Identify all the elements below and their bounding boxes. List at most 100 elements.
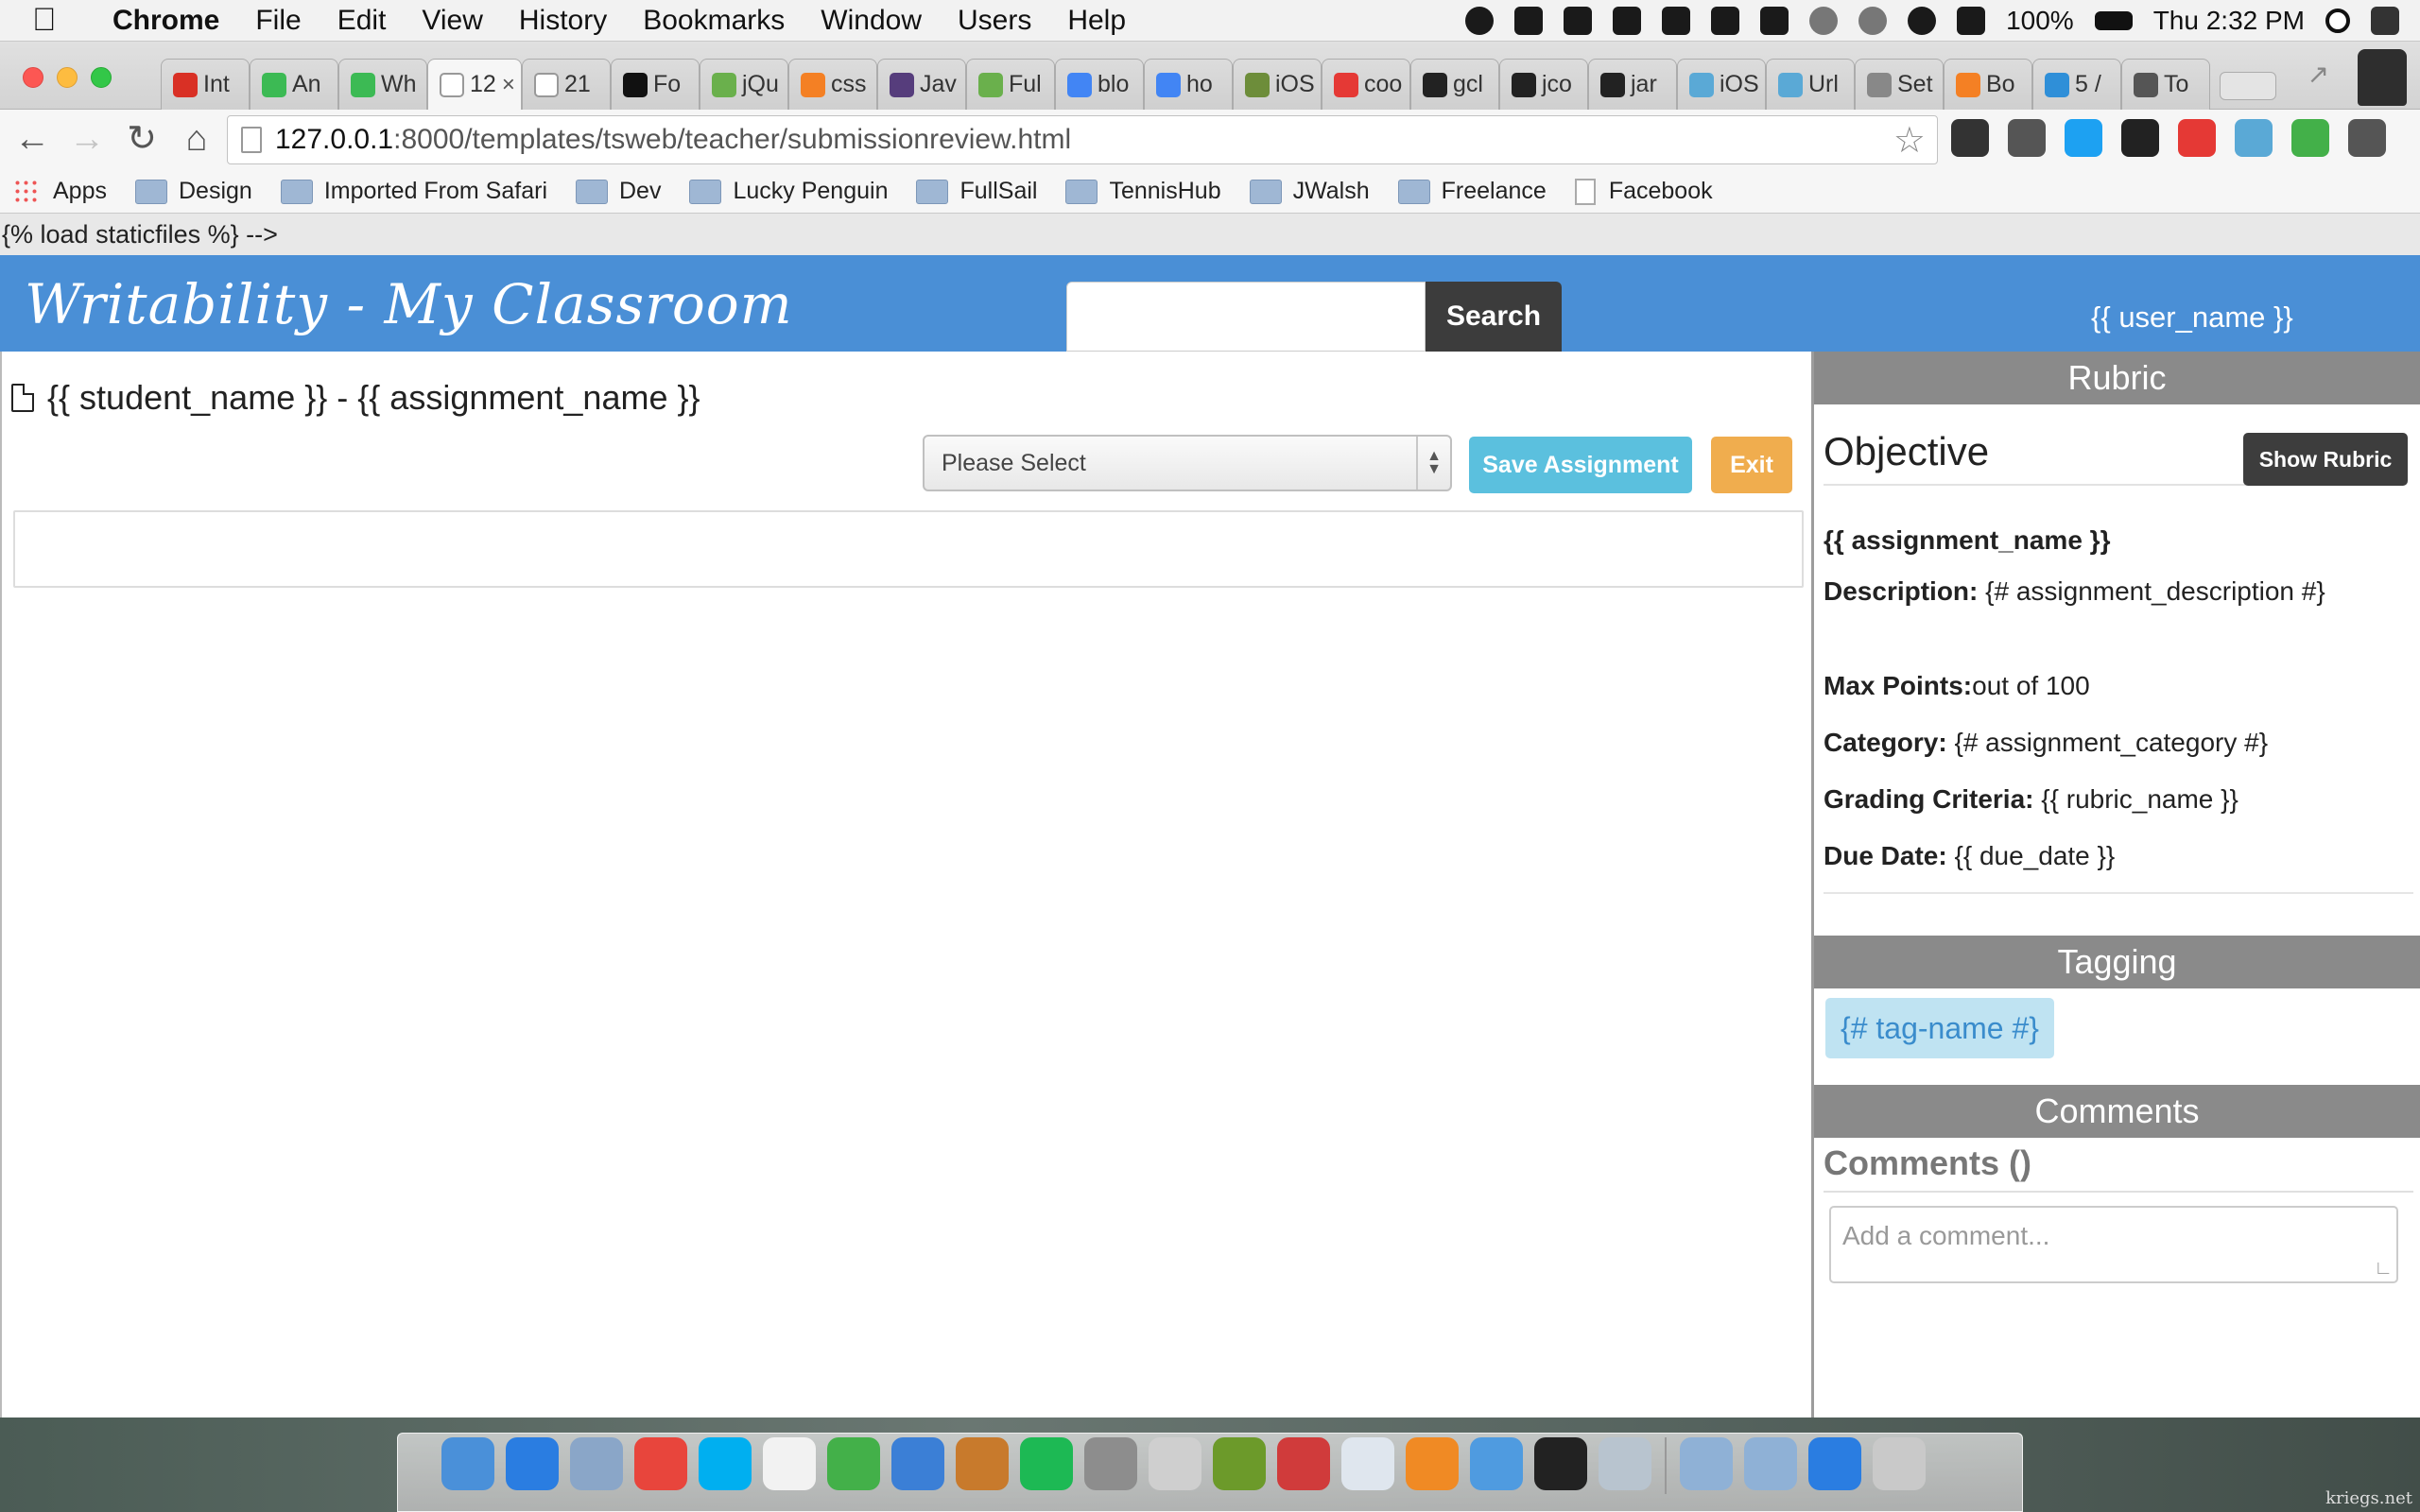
bookmark-item[interactable]: FullSail — [916, 178, 1037, 205]
brackets-icon[interactable] — [1213, 1437, 1266, 1490]
apple-menu-icon[interactable]:  — [32, 2, 83, 39]
paw-status-icon[interactable] — [1613, 7, 1642, 35]
k-status-icon[interactable] — [1514, 7, 1544, 35]
messages-status-icon[interactable] — [1465, 7, 1495, 35]
check-icon[interactable] — [2065, 119, 2102, 157]
browser-tab[interactable]: Bo — [1944, 59, 2032, 110]
volume-icon[interactable] — [1957, 7, 1986, 35]
browser-tab[interactable]: Int — [161, 59, 250, 110]
evernote-icon[interactable] — [2008, 119, 2046, 157]
app-store-icon[interactable] — [506, 1437, 559, 1490]
sync-icon[interactable] — [1951, 119, 1989, 157]
menu-help[interactable]: Help — [1049, 5, 1144, 37]
save-assignment-button[interactable]: Save Assignment — [1469, 437, 1692, 493]
menu-users[interactable]: Users — [940, 5, 1049, 37]
bookmark-item[interactable]: Apps — [13, 178, 107, 205]
bookmark-item[interactable]: Dev — [576, 178, 661, 205]
bookmark-item[interactable]: Imported From Safari — [280, 178, 547, 205]
notification-center-icon[interactable] — [2371, 7, 2399, 35]
address-bar[interactable]: 127.0.0.1:8000/templates/tsweb/teacher/s… — [227, 115, 1938, 164]
browser-tab[interactable]: jQu — [700, 59, 788, 110]
dropbox-status-icon[interactable] — [1760, 7, 1789, 35]
browser-tab[interactable]: ho — [1144, 59, 1233, 110]
browser-tab[interactable]: Set — [1855, 59, 1944, 110]
trash-icon[interactable] — [1873, 1437, 1926, 1490]
home-icon[interactable]: ⌂ — [174, 117, 219, 163]
menu-app-name[interactable]: Chrome — [95, 5, 237, 37]
close-window-button[interactable] — [23, 67, 43, 88]
menu-bookmarks[interactable]: Bookmarks — [625, 5, 803, 37]
browser-tab[interactable]: 21 — [522, 59, 611, 110]
browser-tab[interactable]: css — [788, 59, 877, 110]
browser-tab[interactable]: Fo — [611, 59, 700, 110]
bookmark-item[interactable]: TennisHub — [1065, 178, 1221, 205]
tab-close-icon[interactable]: × — [502, 72, 515, 98]
show-rubric-button[interactable]: Show Rubric — [2243, 433, 2408, 486]
cocoapods-icon[interactable] — [956, 1437, 1009, 1490]
preview-icon[interactable] — [570, 1437, 623, 1490]
battery-percent[interactable]: 100% — [2006, 6, 2074, 36]
browser-tab[interactable]: Url — [1766, 59, 1855, 110]
time-machine-status-icon[interactable] — [1809, 7, 1839, 35]
back-arrow-icon[interactable]: ← — [9, 117, 55, 163]
cloud-status-icon[interactable] — [1711, 7, 1740, 35]
system-preferences-icon[interactable] — [1084, 1437, 1137, 1490]
bookmark-item[interactable]: Facebook — [1574, 178, 1713, 205]
sketch-icon[interactable] — [1470, 1437, 1523, 1490]
browser-tab[interactable]: coo — [1322, 59, 1410, 110]
search-input[interactable] — [1066, 282, 1426, 352]
evernote-status-icon[interactable] — [1564, 7, 1593, 35]
xcode-icon[interactable] — [891, 1437, 944, 1490]
profile-avatar[interactable] — [2358, 49, 2407, 106]
minimize-window-button[interactable] — [57, 67, 78, 88]
menubar-clock[interactable]: Thu 2:32 PM — [2153, 6, 2305, 36]
leaf-icon[interactable] — [2291, 119, 2329, 157]
browser-tab[interactable]: iOS — [1233, 59, 1322, 110]
browser-tab[interactable]: Wh — [338, 59, 427, 110]
bluetooth-status-icon[interactable] — [1858, 7, 1888, 35]
app-store-folder-icon[interactable] — [1808, 1437, 1861, 1490]
menu-icon[interactable] — [2348, 119, 2386, 157]
spotlight-icon[interactable] — [2325, 9, 2350, 33]
new-tab-button[interactable] — [2220, 72, 2276, 100]
browser-tab[interactable]: 12 × — [427, 59, 522, 110]
user-name[interactable]: {{ user_name }} — [2091, 301, 2293, 335]
finder-icon[interactable] — [441, 1437, 494, 1490]
resize-grip-icon[interactable]: ∟ — [2374, 1258, 2393, 1280]
wave-icon[interactable] — [2235, 119, 2273, 157]
menu-view[interactable]: View — [404, 5, 500, 37]
browser-tab[interactable]: To — [2121, 59, 2210, 110]
tag-chip[interactable]: {# tag-name #} — [1825, 998, 2054, 1058]
grade-select[interactable]: Please Select ▲ ▼ — [923, 435, 1452, 491]
reload-icon[interactable]: ↻ — [119, 117, 164, 163]
browser-tab[interactable]: Jav — [877, 59, 966, 110]
browser-tab[interactable]: blo — [1055, 59, 1144, 110]
bookmark-item[interactable]: Freelance — [1397, 178, 1547, 205]
calendar-icon[interactable] — [763, 1437, 816, 1490]
submission-content[interactable] — [13, 510, 1804, 588]
photo-booth-icon[interactable] — [1277, 1437, 1330, 1490]
brand-logo[interactable]: Writability - My Classroom — [25, 272, 793, 336]
comment-input[interactable]: Add a comment... ∟ — [1829, 1206, 2398, 1283]
menu-file[interactable]: File — [237, 5, 319, 37]
buffer-icon[interactable] — [2121, 119, 2159, 157]
browser-tab[interactable]: jco — [1499, 59, 1588, 110]
bookmark-star-icon[interactable]: ☆ — [1893, 119, 1926, 162]
spotify-icon[interactable] — [1020, 1437, 1073, 1490]
menu-history[interactable]: History — [501, 5, 625, 37]
ibooks-icon[interactable] — [1406, 1437, 1459, 1490]
forward-arrow-icon[interactable]: → — [64, 117, 110, 163]
battery-icon[interactable] — [2094, 11, 2133, 30]
bookmark-item[interactable]: Lucky Penguin — [689, 178, 888, 205]
browser-tab[interactable]: Ful — [966, 59, 1055, 110]
menu-edit[interactable]: Edit — [320, 5, 405, 37]
photos-icon[interactable] — [1599, 1437, 1651, 1490]
browser-tab[interactable]: gcl — [1410, 59, 1499, 110]
wifi-icon[interactable] — [1908, 7, 1937, 35]
menu-window[interactable]: Window — [803, 5, 940, 37]
k-icon[interactable] — [2178, 119, 2216, 157]
downloads-folder-icon[interactable] — [1744, 1437, 1797, 1490]
browser-tab[interactable]: jar — [1588, 59, 1677, 110]
browser-tab[interactable]: An — [250, 59, 338, 110]
google-drive-status-icon[interactable] — [1662, 7, 1691, 35]
